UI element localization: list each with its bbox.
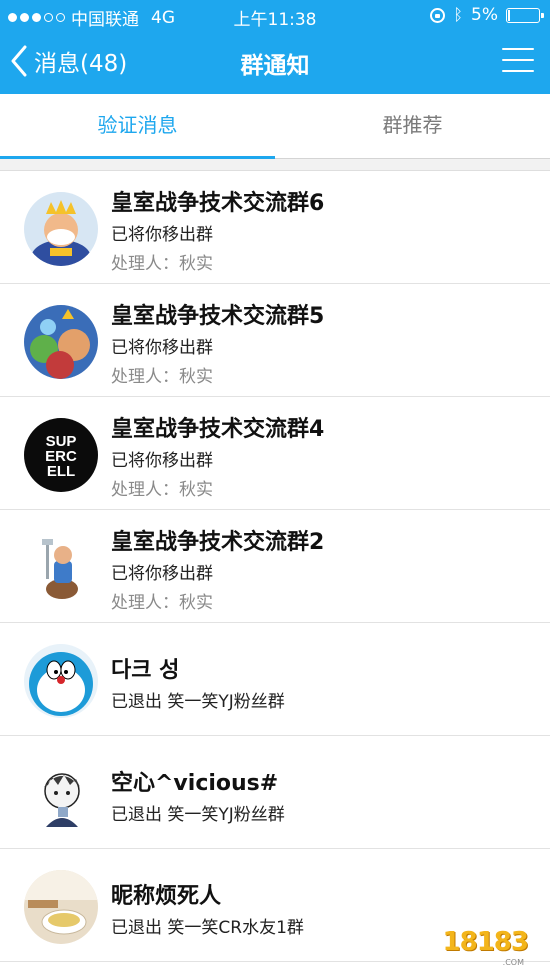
item-status: 已退出 笑一笑YJ粉丝群 [111, 692, 285, 712]
item-status: 已将你移出群 [111, 338, 213, 358]
supercell-logo-avatar: SUP ERC ELL [24, 418, 98, 492]
knight-avatar [24, 531, 98, 605]
item-title: 空心^vicious# [111, 771, 279, 796]
chevron-left-icon [11, 45, 27, 77]
bluetooth-icon: ᛒ [453, 5, 464, 24]
doraemon-avatar [24, 644, 98, 718]
king-avatar [24, 192, 98, 266]
item-handler: 处理人：秋实 [111, 593, 213, 613]
svg-text:ELL: ELL [47, 463, 75, 480]
back-label: 消息(48) [34, 51, 128, 77]
tab-group-recommendations[interactable]: 群推荐 [275, 94, 550, 158]
back-button[interactable]: 消息(48) [10, 44, 127, 78]
tab-bar: 验证消息 群推荐 [0, 94, 550, 159]
nav-bar: 消息(48) 群通知 [0, 32, 550, 94]
tea-cup-avatar [24, 870, 98, 944]
status-right: ᛒ 5% [430, 5, 544, 25]
section-divider [0, 159, 550, 171]
item-status: 已退出 笑一笑YJ粉丝群 [111, 805, 285, 825]
item-handler: 处理人：秋实 [111, 367, 213, 387]
item-title: 皇室战争技术交流群6 [111, 191, 325, 216]
item-status: 已将你移出群 [111, 451, 213, 471]
status-bar: 中国联通 4G 上午11:38 ᛒ 5% [0, 0, 550, 32]
item-handler: 处理人：秋实 [111, 480, 213, 500]
item-title: 다크 성 [111, 658, 180, 683]
item-title: 皇室战争技术交流群4 [111, 417, 325, 442]
item-title: 昵称烦死人 [111, 884, 222, 909]
header: 中国联通 4G 上午11:38 ᛒ 5% 消息(48) 群通知 [0, 0, 550, 94]
anime-sketch-avatar [24, 757, 98, 831]
tab-verification-messages[interactable]: 验证消息 [0, 94, 275, 159]
list-item[interactable]: SUP ERC ELL 皇室战争技术交流群4 已将你移出群 处理人：秋实 [0, 397, 550, 510]
item-status: 已将你移出群 [111, 225, 213, 245]
site-watermark: 18183 .COM [442, 917, 542, 969]
item-status: 已退出 笑一笑CR水友1群 [111, 918, 304, 938]
rotation-lock-icon [430, 7, 446, 23]
watermark-logo-text: 18183 [442, 927, 529, 957]
battery-percent: 5% [471, 5, 498, 25]
battery-icon [506, 7, 544, 23]
list-item[interactable]: 皇室战争技术交流群2 已将你移出群 处理人：秋实 [0, 510, 550, 623]
item-handler: 处理人：秋实 [111, 254, 213, 274]
notification-list: 皇室战争技术交流群6 已将你移出群 处理人：秋实 皇室战争技术交流群5 已将你移… [0, 171, 550, 962]
item-title: 皇室战争技术交流群5 [111, 304, 325, 329]
menu-icon[interactable] [502, 48, 534, 74]
watermark-domain: .COM [502, 958, 524, 967]
list-item[interactable]: 空心^vicious# 已退出 笑一笑YJ粉丝群 [0, 736, 550, 849]
clash-royale-group-avatar [24, 305, 98, 379]
list-item[interactable]: 다크 성 已退出 笑一笑YJ粉丝群 [0, 623, 550, 736]
item-title: 皇室战争技术交流群2 [111, 530, 325, 555]
item-status: 已将你移出群 [111, 564, 213, 584]
list-item[interactable]: 皇室战争技术交流群5 已将你移出群 处理人：秋实 [0, 284, 550, 397]
list-item[interactable]: 皇室战争技术交流群6 已将你移出群 处理人：秋实 [0, 171, 550, 284]
